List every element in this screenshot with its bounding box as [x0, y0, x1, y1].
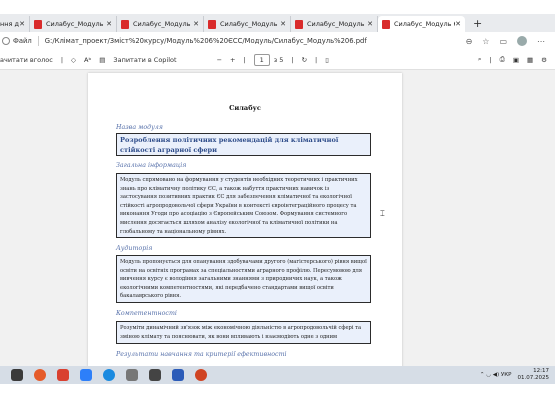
date-text: 01.07.2025 [517, 375, 550, 381]
section-label-general-info: Загальна інформація [116, 162, 187, 169]
tab-pdf-4[interactable]: Силабус_Модуль 6.pdf✕ [291, 16, 378, 32]
volume-icon[interactable]: ◀) [493, 372, 499, 378]
zoom-app-icon[interactable] [80, 369, 92, 381]
save-as-icon[interactable]: ▣ [513, 56, 519, 64]
tab-pdf-2[interactable]: Силабус_Модуль 6.pdf✕ [117, 16, 204, 32]
section-label-competencies: Компетентності [116, 310, 177, 317]
avatar[interactable] [517, 36, 527, 46]
tab-pdf-active[interactable]: Силабус_Модуль 6.pdf✕ [378, 16, 465, 32]
copilot-button[interactable]: Запитати в Copilot [113, 56, 176, 64]
close-icon[interactable]: ✕ [19, 20, 25, 28]
section-label-module-name: Назва модуля [116, 124, 163, 131]
page-title: Силабус [229, 104, 261, 112]
address-bar: Файл G:/Клімат_проект/Зміст%20курсу/Моду… [0, 32, 555, 50]
print-icon[interactable]: ⎙ [500, 55, 505, 64]
tab-label: Силабус_Модуль 6.pdf [46, 20, 106, 28]
close-icon[interactable]: ✕ [280, 20, 286, 28]
tab-label: Силабус_Модуль 6.pdf [220, 20, 280, 28]
divider: | [243, 55, 246, 64]
divider: | [60, 55, 64, 64]
word-icon[interactable] [172, 369, 184, 381]
network-icon[interactable]: ◡ [486, 372, 491, 378]
app-icon[interactable] [126, 369, 138, 381]
pdf-icon [295, 19, 303, 29]
text-size-icon[interactable]: Aᵇ [84, 56, 91, 64]
settings-icon[interactable]: ⚙ [541, 56, 547, 64]
taskbar [0, 366, 555, 384]
app-icon[interactable] [57, 369, 69, 381]
tab-pdf-1[interactable]: Силабус_Модуль 6.pdf✕ [30, 16, 117, 32]
pdf-icon [34, 19, 42, 29]
zoom-in-button[interactable]: + [230, 56, 235, 64]
edge-icon[interactable] [103, 369, 115, 381]
pdf-icon [121, 19, 129, 29]
pdf-icon [382, 19, 390, 29]
divider [37, 36, 39, 46]
close-icon[interactable]: ✕ [106, 20, 112, 28]
file-label: Файл [13, 37, 32, 45]
divider: | [291, 55, 294, 64]
close-icon[interactable]: ✕ [367, 20, 373, 28]
page-total: з 5 [273, 55, 284, 64]
cursor-icon: ⌶ [380, 209, 385, 218]
save-icon[interactable]: ▦ [527, 56, 533, 64]
divider: | [489, 55, 492, 64]
zoom-out-button[interactable]: − [217, 56, 222, 64]
tab-label: ння ду [0, 20, 19, 28]
module-name-box: Розроблення політичних рекомендацій для … [116, 133, 371, 156]
more-icon[interactable]: ⋯ [537, 37, 545, 46]
info-icon[interactable] [2, 37, 10, 45]
immersive-reader-icon[interactable]: ▤ [99, 56, 105, 64]
divider: | [315, 55, 318, 64]
rotate-icon[interactable]: ↻ [302, 56, 307, 64]
erase-icon[interactable]: ◇ [71, 56, 76, 64]
pdf-icon [208, 19, 216, 29]
page-number-input[interactable]: 1 [253, 53, 270, 66]
powerpoint-icon[interactable] [195, 369, 207, 381]
audience-box: Модуль пропонується для опанування здобу… [116, 255, 371, 303]
zoom-icon[interactable]: ⊖ [466, 37, 473, 46]
favorites-icon[interactable]: ▭ [499, 37, 507, 46]
taskbar-app-icon[interactable] [11, 369, 23, 381]
show-hidden-icons[interactable]: ⌃ [480, 372, 485, 378]
general-info-box: Модуль спрямовано на формування у студен… [116, 173, 371, 238]
language-indicator[interactable]: УКР [501, 372, 512, 378]
tab-partial[interactable]: ння ду✕ [0, 16, 30, 32]
close-icon[interactable]: ✕ [193, 20, 199, 28]
time-text: 12:17 [533, 368, 549, 374]
system-tray: ⌃ ◡ ◀) УКР 12:17 01.07.2025 [480, 366, 549, 384]
pdf-page: Силабус Назва модуля Розроблення політич… [88, 73, 402, 366]
tab-label: Силабус_Модуль 6.pdf [133, 20, 193, 28]
section-label-audience: Аудиторія [116, 245, 153, 252]
pdf-toolbar: ачитати вголос | ◇ Aᵇ ▤ Запитати в Copil… [0, 50, 555, 70]
app-icon[interactable] [149, 369, 161, 381]
section-label-learning-outcomes: Результати навчання та критерії ефективн… [116, 351, 287, 358]
tab-pdf-3[interactable]: Силабус_Модуль 6.pdf✕ [204, 16, 291, 32]
new-tab-icon[interactable]: + [473, 17, 482, 30]
tab-label: Силабус_Модуль 6.pdf [394, 20, 455, 28]
chrome-icon[interactable] [34, 369, 46, 381]
tab-bar: ння ду✕ Силабус_Модуль 6.pdf✕ Силабус_Мо… [0, 14, 555, 32]
search-icon[interactable]: ⌕ [478, 55, 482, 64]
clock[interactable]: 12:17 01.07.2025 [518, 368, 550, 382]
tab-label: Силабус_Модуль 6.pdf [307, 20, 367, 28]
screen: ння ду✕ Силабус_Модуль 6.pdf✕ Силабус_Мо… [0, 0, 555, 400]
page-view-icon[interactable]: ▯ [325, 56, 329, 64]
favorite-star-icon[interactable]: ☆ [482, 37, 489, 46]
close-icon[interactable]: ✕ [455, 20, 461, 28]
document-viewer[interactable]: Силабус Назва модуля Розроблення політич… [0, 70, 555, 366]
url-field[interactable]: G:/Клімат_проект/Зміст%20курсу/Модуль%20… [45, 37, 466, 45]
read-aloud-button[interactable]: ачитати вголос [0, 56, 53, 64]
competencies-box: Розуміти динамічний зв'язок між економіч… [116, 321, 371, 344]
